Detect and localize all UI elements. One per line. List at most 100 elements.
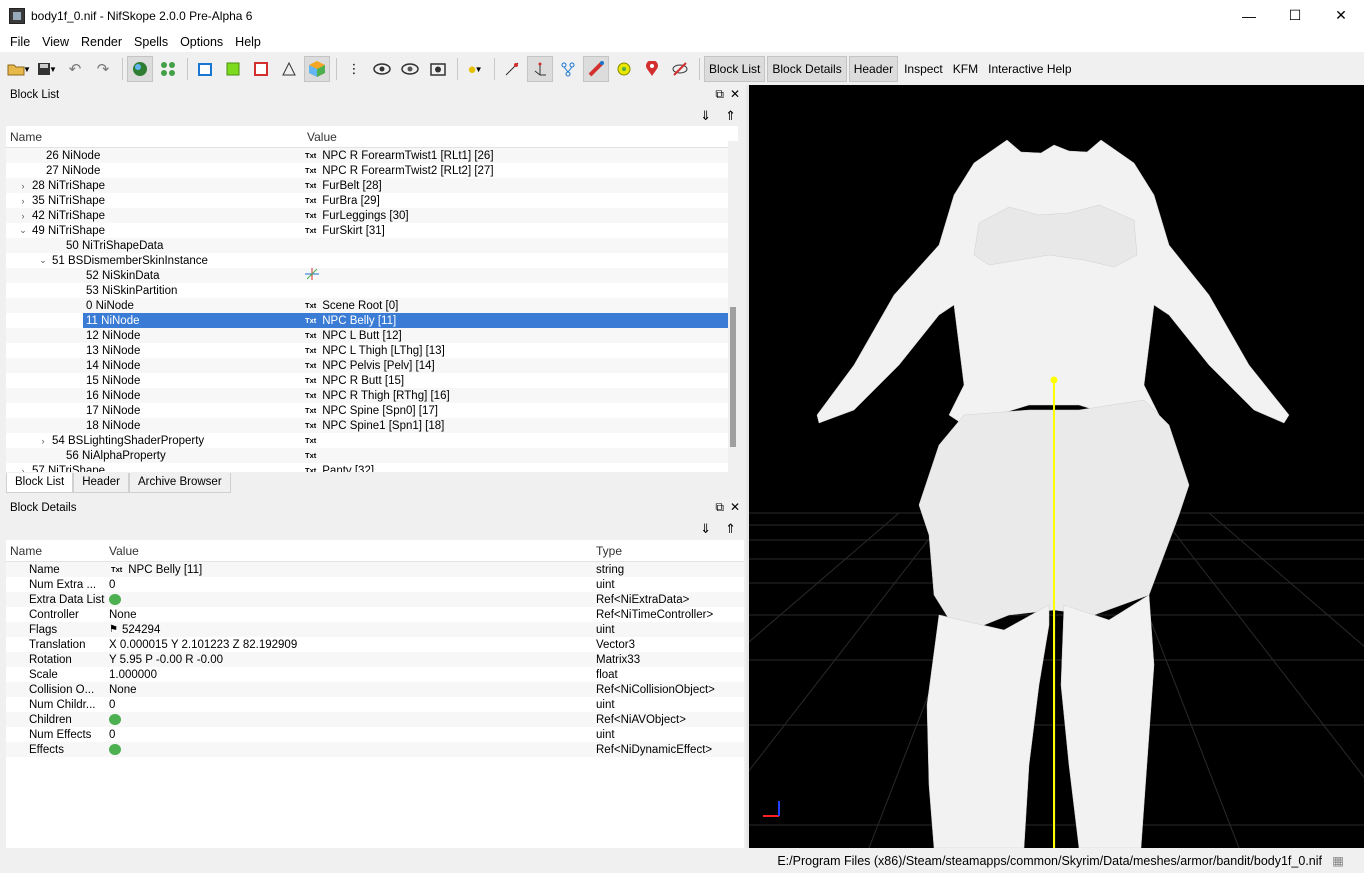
tree-row[interactable]: 0 NiNode Txt Scene Root [0] xyxy=(6,298,738,313)
tree-row[interactable]: › 57 NiTriShape Txt Panty [32] xyxy=(6,463,738,473)
toggle-header-button[interactable]: Header xyxy=(848,56,899,82)
col-value[interactable]: Value xyxy=(303,130,337,144)
detail-row[interactable]: Translation X 0.000015 Y 2.101223 Z 82.19… xyxy=(6,637,744,652)
tree-row[interactable]: 52 NiSkinData xyxy=(6,268,738,283)
detail-row[interactable]: Effects Ref<NiDynamicEffect> xyxy=(6,742,744,757)
field-value[interactable]: None xyxy=(106,684,592,696)
tree-row[interactable]: ⌄ 51 BSDismemberSkinInstance xyxy=(6,253,738,268)
tree-row[interactable]: 26 NiNode Txt NPC R ForearmTwist1 [RLt1] [… xyxy=(6,148,738,163)
collapse-all-icon[interactable]: ⇑ xyxy=(725,108,736,124)
eye-hidden-icon[interactable] xyxy=(397,56,423,82)
tree-row[interactable]: › 35 NiTriShape Txt FurBra [29] xyxy=(6,193,738,208)
normals-icon[interactable] xyxy=(499,56,525,82)
interactive-help-button[interactable]: Interactive Help xyxy=(984,56,1075,82)
tree-row[interactable]: 56 NiAlphaProperty Txt xyxy=(6,448,738,463)
tree-row[interactable]: ⌄ 49 NiTriShape Txt FurSkirt [31] xyxy=(6,223,738,238)
tab-archive-browser[interactable]: Archive Browser xyxy=(128,473,231,493)
detail-row[interactable]: Num Effects 0 uint xyxy=(6,727,744,742)
field-value[interactable]: 0 xyxy=(106,579,592,591)
screenshot-icon[interactable] xyxy=(425,56,451,82)
tree-row[interactable]: › 28 NiTriShape Txt FurBelt [28] xyxy=(6,178,738,193)
detail-row[interactable]: Controller None Ref<NiTimeController> xyxy=(6,607,744,622)
float-icon[interactable]: ⧉ xyxy=(715,500,724,515)
close-window-button[interactable]: ✕ xyxy=(1318,0,1364,31)
field-value[interactable] xyxy=(106,594,592,605)
detail-row[interactable]: Children Ref<NiAVObject> xyxy=(6,712,744,727)
render-viewport[interactable] xyxy=(749,85,1364,848)
save-icon[interactable]: ▼ xyxy=(34,56,60,82)
tree-row[interactable]: › 54 BSLightingShaderProperty Txt xyxy=(6,433,738,448)
nodes-tree-icon[interactable] xyxy=(555,56,581,82)
tree-row[interactable]: 53 NiSkinPartition xyxy=(6,283,738,298)
view-side-icon[interactable] xyxy=(248,56,274,82)
field-value[interactable]: None xyxy=(106,609,592,621)
tree-row[interactable]: 16 NiNode Txt NPC R Thigh [RThg] [16] xyxy=(6,388,738,403)
col-name[interactable]: Name xyxy=(6,130,303,144)
minimize-button[interactable]: — xyxy=(1226,0,1272,31)
expand-all-icon[interactable]: ⇓ xyxy=(700,521,711,537)
expand-arrow-icon[interactable]: › xyxy=(18,466,28,473)
hidden-icon[interactable] xyxy=(667,56,693,82)
block-list-scrollbar[interactable] xyxy=(728,141,738,472)
menu-help[interactable]: Help xyxy=(229,35,267,49)
expand-arrow-icon[interactable]: › xyxy=(18,196,28,206)
field-value[interactable] xyxy=(106,714,592,725)
marker-icon[interactable] xyxy=(639,56,665,82)
float-icon[interactable]: ⧉ xyxy=(715,87,724,102)
field-value[interactable]: Txt NPC Belly [11] xyxy=(106,564,592,576)
eye-icon[interactable] xyxy=(369,56,395,82)
tree-row[interactable]: 27 NiNode Txt NPC R ForearmTwist2 [RLt2] [… xyxy=(6,163,738,178)
detail-row[interactable]: Collision O... None Ref<NiCollisionObject> xyxy=(6,682,744,697)
expand-all-icon[interactable]: ⇓ xyxy=(700,108,711,124)
field-value[interactable]: 1.000000 xyxy=(106,669,592,681)
undo-icon[interactable]: ↶ xyxy=(62,56,88,82)
detail-row[interactable]: Rotation Y 5.95 P -0.00 R -0.00 Matrix33 xyxy=(6,652,744,667)
view-top-icon[interactable] xyxy=(220,56,246,82)
menu-options[interactable]: Options xyxy=(174,35,229,49)
axes-icon[interactable] xyxy=(527,56,553,82)
expand-arrow-icon[interactable]: › xyxy=(18,211,28,221)
open-file-icon[interactable]: ▼ xyxy=(6,56,32,82)
tree-row[interactable]: 14 NiNode Txt NPC Pelvis [Pelv] [14] xyxy=(6,358,738,373)
scrollbar-thumb[interactable] xyxy=(730,307,736,447)
tree-row[interactable]: 18 NiNode Txt NPC Spine1 [Spn1] [18] xyxy=(6,418,738,433)
menu-render[interactable]: Render xyxy=(75,35,128,49)
nodes-icon[interactable] xyxy=(155,56,181,82)
detail-row[interactable]: Extra Data List Ref<NiExtraData> xyxy=(6,592,744,607)
tree-row[interactable]: 13 NiNode Txt NPC L Thigh [LThg] [13] xyxy=(6,343,738,358)
detail-row[interactable]: Num Extra ... 0 uint xyxy=(6,577,744,592)
perspective-icon[interactable] xyxy=(276,56,302,82)
tab-block-list[interactable]: Block List xyxy=(6,473,74,493)
tree-row[interactable]: 17 NiNode Txt NPC Spine [Spn0] [17] xyxy=(6,403,738,418)
tree-row[interactable]: › 42 NiTriShape Txt FurLeggings [30] xyxy=(6,208,738,223)
tree-row[interactable]: 11 NiNode Txt NPC Belly [11] xyxy=(6,313,738,328)
tree-row[interactable]: 15 NiNode Txt NPC R Butt [15] xyxy=(6,373,738,388)
close-dock-icon[interactable]: ✕ xyxy=(730,500,740,515)
toggle-block-details-button[interactable]: Block Details xyxy=(767,56,847,82)
tab-header[interactable]: Header xyxy=(73,473,129,493)
collapse-arrow-icon[interactable]: ⌄ xyxy=(18,225,28,236)
menu-view[interactable]: View xyxy=(36,35,75,49)
field-value[interactable] xyxy=(106,744,592,755)
field-value[interactable]: Y 5.95 P -0.00 R -0.00 xyxy=(106,654,592,666)
collapse-arrow-icon[interactable]: ⌄ xyxy=(38,255,48,266)
globe-icon[interactable] xyxy=(127,56,153,82)
field-value[interactable]: 0 xyxy=(106,699,592,711)
detail-row[interactable]: Num Childr... 0 uint xyxy=(6,697,744,712)
toggle-block-list-button[interactable]: Block List xyxy=(704,56,766,82)
size-grip-icon[interactable]: ▦ xyxy=(1332,853,1344,868)
redo-icon[interactable]: ↷ xyxy=(90,56,116,82)
expand-arrow-icon[interactable]: › xyxy=(18,181,28,191)
field-value[interactable]: 0 xyxy=(106,729,592,741)
menu-file[interactable]: File xyxy=(4,35,36,49)
tree-row[interactable]: 50 NiTriShapeData xyxy=(6,238,738,253)
footprint-icon[interactable]: ⋮ xyxy=(341,56,367,82)
field-value[interactable]: ⚑ 524294 xyxy=(106,624,592,636)
detail-row[interactable]: Name Txt NPC Belly [11] string xyxy=(6,562,744,577)
detail-row[interactable]: Flags ⚑ 524294 uint xyxy=(6,622,744,637)
close-dock-icon[interactable]: ✕ xyxy=(730,87,740,102)
collision-icon[interactable] xyxy=(611,56,637,82)
toggle-inspect-button[interactable]: Inspect xyxy=(900,56,947,82)
view-front-icon[interactable] xyxy=(192,56,218,82)
tree-row[interactable]: 12 NiNode Txt NPC L Butt [12] xyxy=(6,328,738,343)
